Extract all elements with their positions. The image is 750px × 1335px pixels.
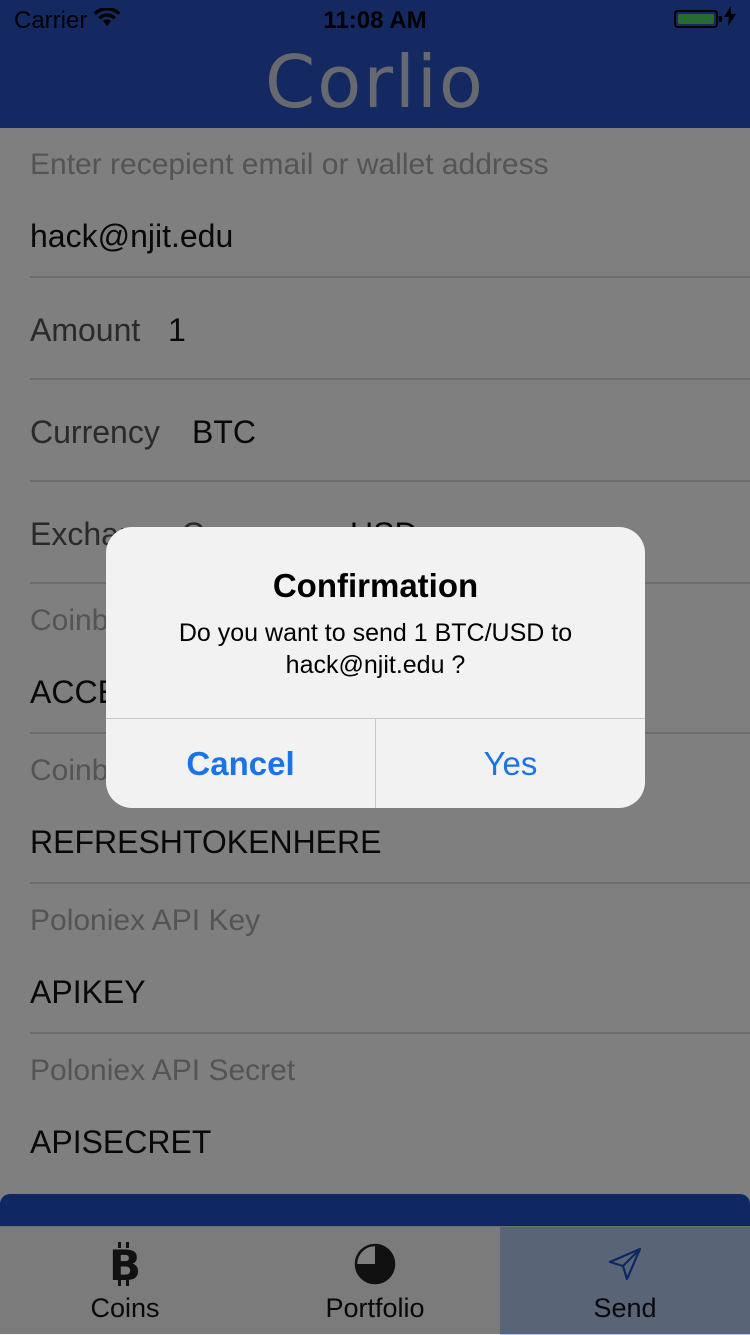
confirmation-dialog: Confirmation Do you want to send 1 BTC/U… <box>106 527 645 808</box>
dialog-message-line2: hack@njit.edu ? <box>285 651 466 679</box>
dialog-title: Confirmation <box>272 567 479 604</box>
cancel-button[interactable]: Cancel <box>106 719 375 808</box>
dialog-message: Do you want to send 1 BTC/USD to hack@nj… <box>146 617 605 681</box>
dialog-message-line1: Do you want to send 1 BTC/USD to <box>178 619 573 647</box>
yes-button[interactable]: Yes <box>376 719 645 808</box>
app-screen: Carrier 11:08 AM Corlio Enter recepient … <box>0 0 750 1335</box>
